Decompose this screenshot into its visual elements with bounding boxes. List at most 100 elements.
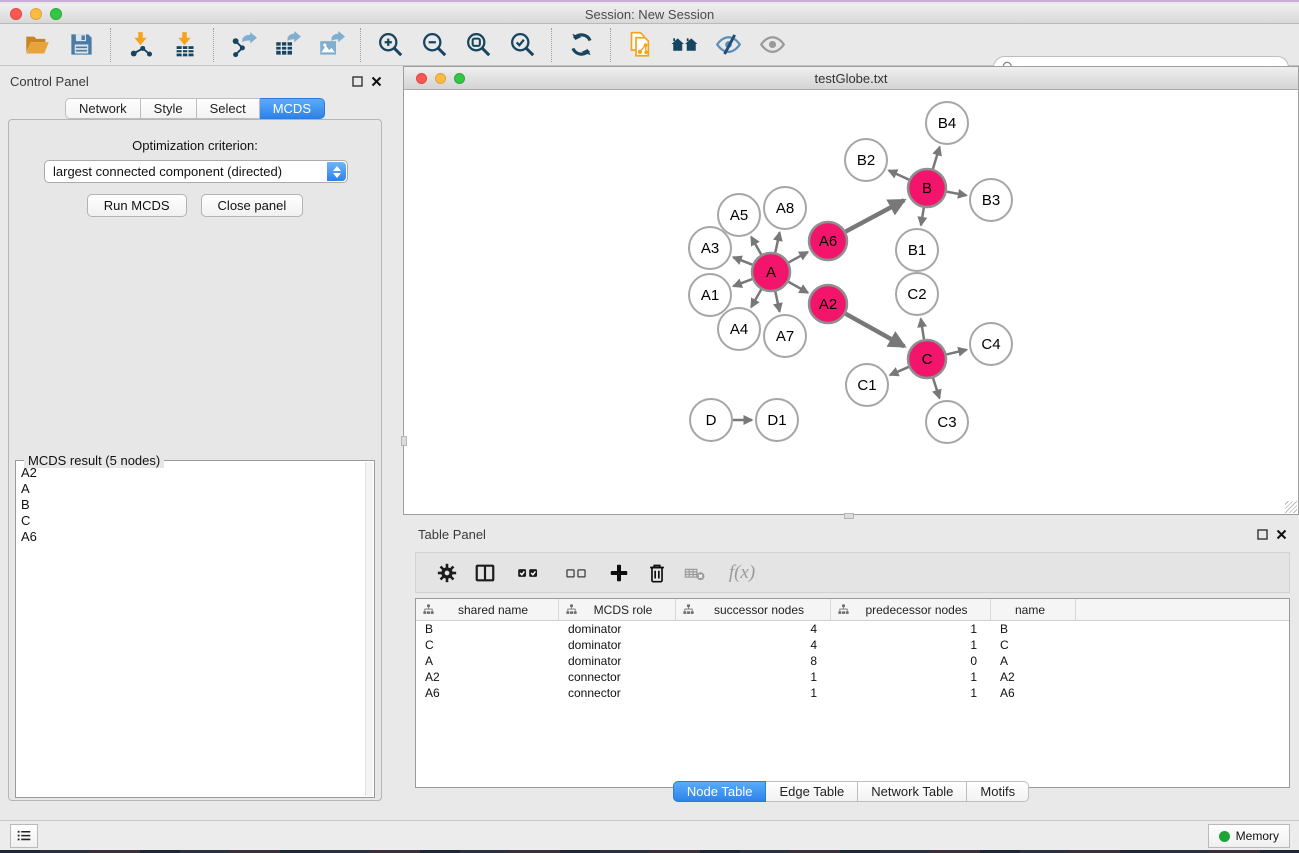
node-C2[interactable]: C2 <box>896 273 938 315</box>
zoom-selected-button[interactable] <box>503 28 541 62</box>
splitter-grip-left[interactable] <box>401 436 407 446</box>
tab-style[interactable]: Style <box>141 98 197 119</box>
edge-A6-B[interactable] <box>846 200 904 231</box>
result-item[interactable]: B <box>21 497 361 513</box>
node-A2[interactable]: A2 <box>809 285 847 323</box>
result-item[interactable]: C <box>21 513 361 529</box>
tab-select[interactable]: Select <box>197 98 260 119</box>
node-B1[interactable]: B1 <box>896 229 938 271</box>
column-header-name[interactable]: name <box>991 599 1076 620</box>
edge-B-B2[interactable] <box>889 170 909 179</box>
table-row[interactable]: A6connector11A6 <box>416 685 1289 701</box>
zoom-out-button[interactable] <box>415 28 453 62</box>
node-D1[interactable]: D1 <box>756 399 798 441</box>
table-row[interactable]: A2connector11A2 <box>416 669 1289 685</box>
open-session-button[interactable] <box>18 28 56 62</box>
tab-node-table[interactable]: Node Table <box>673 781 767 802</box>
float-table-panel-icon[interactable] <box>1257 529 1268 540</box>
home-neighbors-button[interactable] <box>665 28 703 62</box>
table-row[interactable]: Cdominator41C <box>416 637 1289 653</box>
hide-graphics-details-button[interactable] <box>709 28 747 62</box>
edge-B-B1[interactable] <box>921 208 924 226</box>
node-C4[interactable]: C4 <box>970 323 1012 365</box>
export-table-button[interactable] <box>268 28 306 62</box>
memory-button[interactable]: Memory <box>1208 824 1290 848</box>
destroy-table-button[interactable] <box>680 558 710 588</box>
close-table-panel-icon[interactable] <box>1276 529 1287 540</box>
node-B[interactable]: B <box>908 169 946 207</box>
node-A8[interactable]: A8 <box>764 187 806 229</box>
split-columns-button[interactable] <box>470 558 500 588</box>
network-from-selection-button[interactable] <box>621 28 659 62</box>
tab-network[interactable]: Network <box>65 98 141 119</box>
node-A4[interactable]: A4 <box>718 308 760 350</box>
function-builder-button[interactable]: f(x) <box>718 558 766 588</box>
edge-A-A4[interactable] <box>751 289 761 307</box>
column-header-shared-name[interactable]: shared name <box>416 599 559 620</box>
criterion-select[interactable]: largest connected component (directed) <box>44 160 348 183</box>
zoom-in-button[interactable] <box>371 28 409 62</box>
resize-grip-icon[interactable] <box>1285 501 1297 513</box>
save-session-button[interactable] <box>62 28 100 62</box>
node-D[interactable]: D <box>690 399 732 441</box>
tab-network-table[interactable]: Network Table <box>858 781 967 802</box>
edge-C-C2[interactable] <box>921 319 924 340</box>
import-table-button[interactable] <box>165 28 203 62</box>
export-image-button[interactable] <box>312 28 350 62</box>
float-panel-icon[interactable] <box>352 76 363 87</box>
edge-C-C1[interactable] <box>890 367 909 375</box>
splitter-grip-bottom[interactable] <box>844 513 854 519</box>
node-A[interactable]: A <box>752 253 790 291</box>
edge-C-C3[interactable] <box>933 378 939 398</box>
close-panel-button[interactable]: Close panel <box>201 194 304 217</box>
edge-A-A2[interactable] <box>788 282 808 293</box>
network-canvas[interactable]: B4 B2 B B3 B1 A5A8A6 A3 A A1 C2 A2 A4A7 C C4 C1 C3 D D1 <box>404 91 1298 514</box>
edge-C-C4[interactable] <box>946 350 966 355</box>
show-graphics-details-button[interactable] <box>753 28 791 62</box>
tab-edge-table[interactable]: Edge Table <box>766 781 858 802</box>
node-A6[interactable]: A6 <box>809 222 847 260</box>
result-scrollbar[interactable] <box>365 462 373 796</box>
settings-gear-button[interactable] <box>432 558 462 588</box>
zoom-fit-button[interactable] <box>459 28 497 62</box>
column-header-predecessor-nodes[interactable]: predecessor nodes <box>831 599 991 620</box>
edge-A-A7[interactable] <box>775 292 779 312</box>
select-all-columns-button[interactable] <box>508 558 548 588</box>
node-C1[interactable]: C1 <box>846 364 888 406</box>
node-B4[interactable]: B4 <box>926 102 968 144</box>
node-A7[interactable]: A7 <box>764 315 806 357</box>
refresh-layout-button[interactable] <box>562 28 600 62</box>
node-B2[interactable]: B2 <box>845 139 887 181</box>
result-item[interactable]: A <box>21 481 361 497</box>
column-header-MCDS-role[interactable]: MCDS role <box>559 599 676 620</box>
run-mcds-button[interactable]: Run MCDS <box>87 194 187 217</box>
edge-A-A1[interactable] <box>733 279 752 286</box>
edge-A-A5[interactable] <box>751 237 761 255</box>
edge-A2-C[interactable] <box>845 314 904 347</box>
edge-A-A8[interactable] <box>775 232 779 252</box>
edge-B-B3[interactable] <box>947 192 967 196</box>
edge-B-B4[interactable] <box>933 147 940 169</box>
close-panel-icon[interactable] <box>371 76 382 87</box>
column-header-successor-nodes[interactable]: successor nodes <box>676 599 831 620</box>
edge-A-A6[interactable] <box>789 252 808 262</box>
import-network-button[interactable] <box>121 28 159 62</box>
result-item[interactable]: A6 <box>21 529 361 545</box>
node-A5[interactable]: A5 <box>718 194 760 236</box>
result-item[interactable]: A2 <box>21 465 361 481</box>
table-row[interactable]: Adominator80A <box>416 653 1289 669</box>
node-C3[interactable]: C3 <box>926 401 968 443</box>
edge-A-A3[interactable] <box>733 257 752 265</box>
tab-motifs[interactable]: Motifs <box>967 781 1029 802</box>
table-row[interactable]: Bdominator41B <box>416 621 1289 637</box>
tab-mcds[interactable]: MCDS <box>260 98 325 119</box>
deselect-all-columns-button[interactable] <box>556 558 596 588</box>
delete-entry-button[interactable] <box>642 558 672 588</box>
task-history-button[interactable] <box>10 824 38 848</box>
export-network-button[interactable] <box>224 28 262 62</box>
add-entry-button[interactable] <box>604 558 634 588</box>
node-B3[interactable]: B3 <box>970 179 1012 221</box>
node-A1[interactable]: A1 <box>689 274 731 316</box>
node-A3[interactable]: A3 <box>689 227 731 269</box>
node-C[interactable]: C <box>908 340 946 378</box>
